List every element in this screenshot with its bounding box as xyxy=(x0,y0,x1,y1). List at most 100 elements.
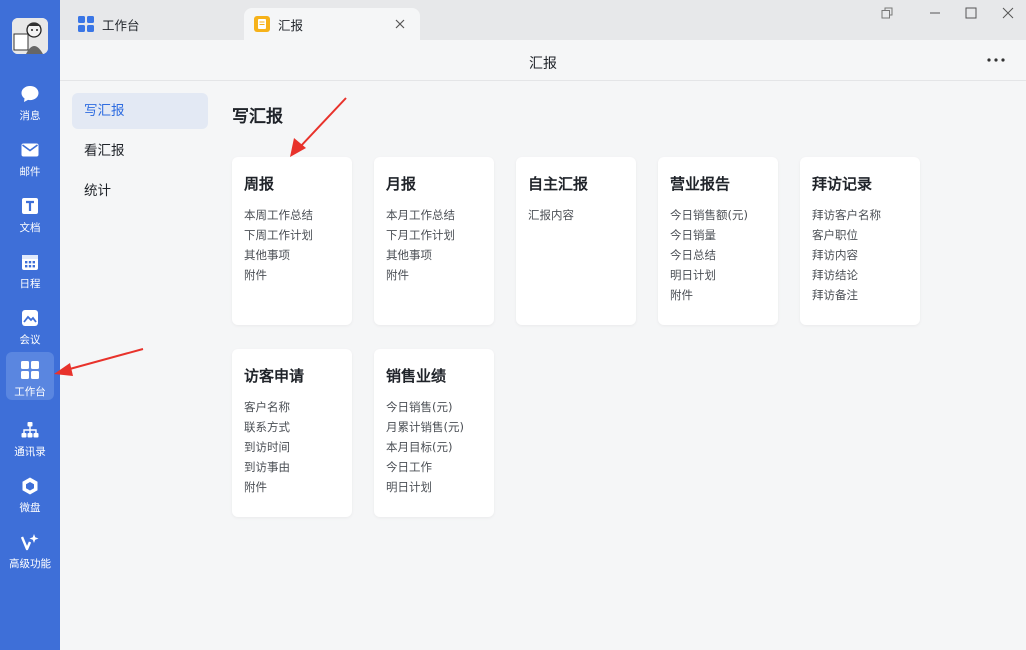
more-options-icon[interactable] xyxy=(984,50,1008,70)
rail-item-label: 文档 xyxy=(19,222,41,234)
card-field-list: 本周工作总结 下周工作计划 其他事项 附件 xyxy=(244,205,313,285)
card-field: 月累计销售(元) xyxy=(386,420,464,434)
card-field: 今日销售(元) xyxy=(386,400,453,414)
card-field-list: 客户名称 联系方式 到访时间 到访事由 附件 xyxy=(244,397,290,497)
rail-item-label: 工作台 xyxy=(14,386,46,398)
rail-item-label: 邮件 xyxy=(19,166,41,178)
avatar[interactable] xyxy=(12,18,48,54)
subnav-item-write-report[interactable]: 写汇报 xyxy=(72,93,208,129)
rail-item-label: 高级功能 xyxy=(9,558,51,570)
card-field: 到访时间 xyxy=(244,440,290,454)
tab-label: 工作台 xyxy=(102,17,140,33)
card-title: 访客申请 xyxy=(244,367,305,385)
page-header: 汇报 xyxy=(60,40,1026,81)
card-field: 联系方式 xyxy=(244,420,290,434)
card-field: 今日销售额(元) xyxy=(670,208,748,222)
annotation-arrow-to-workbench xyxy=(54,348,144,376)
card-field: 本月工作总结 xyxy=(386,208,455,222)
sparkle-icon xyxy=(20,532,40,552)
close-window-icon[interactable] xyxy=(999,4,1017,22)
card-title: 销售业绩 xyxy=(386,367,447,385)
rail-item-workbench[interactable]: 工作台 xyxy=(6,352,54,400)
card-field: 其他事项 xyxy=(244,248,290,262)
mail-icon xyxy=(20,140,40,160)
report-template-card-monthly[interactable]: 月报 本月工作总结 下月工作计划 其他事项 附件 xyxy=(374,157,494,325)
card-title: 拜访记录 xyxy=(812,175,873,193)
card-field: 拜访客户名称 xyxy=(812,208,881,222)
card-field: 客户职位 xyxy=(812,228,858,242)
rail-item-label: 通讯录 xyxy=(14,446,46,458)
pin-window-icon[interactable] xyxy=(878,4,896,22)
card-field-list: 今日销售额(元) 今日销量 今日总结 明日计划 附件 xyxy=(670,205,748,305)
org-chart-icon xyxy=(20,420,40,440)
tab-report[interactable]: 汇报 xyxy=(244,8,420,40)
rail-item-meeting[interactable]: 会议 xyxy=(6,300,54,348)
tab-bar: 工作台 汇报 xyxy=(60,0,1026,40)
report-template-card-visit-record[interactable]: 拜访记录 拜访客户名称 客户职位 拜访内容 拜访结论 拜访备注 xyxy=(800,157,920,325)
card-field: 其他事项 xyxy=(386,248,432,262)
card-field: 附件 xyxy=(670,288,693,302)
card-field: 拜访内容 xyxy=(812,248,858,262)
card-field-list: 今日销售(元) 月累计销售(元) 本月目标(元) 今日工作 明日计划 xyxy=(386,397,464,497)
card-field-list: 拜访客户名称 客户职位 拜访内容 拜访结论 拜访备注 xyxy=(812,205,881,305)
card-field: 到访事由 xyxy=(244,460,290,474)
rail-item-drive[interactable]: 微盘 xyxy=(6,468,54,516)
report-template-card-custom[interactable]: 自主汇报 汇报内容 xyxy=(516,157,636,325)
subnav-item-statistics[interactable]: 统计 xyxy=(72,173,208,209)
report-template-card-visitor-request[interactable]: 访客申请 客户名称 联系方式 到访时间 到访事由 附件 xyxy=(232,349,352,517)
chat-bubble-icon xyxy=(20,84,40,104)
card-field: 明日计划 xyxy=(670,268,716,282)
section-title: 写汇报 xyxy=(232,107,283,127)
minimize-icon[interactable] xyxy=(926,4,944,22)
maximize-icon[interactable] xyxy=(962,4,980,22)
rail-item-label: 会议 xyxy=(19,334,41,346)
close-icon[interactable] xyxy=(392,16,408,32)
grid-icon xyxy=(20,360,40,380)
card-title: 月报 xyxy=(386,175,417,193)
card-field: 今日工作 xyxy=(386,460,432,474)
rail-item-label: 日程 xyxy=(19,278,41,290)
card-title: 自主汇报 xyxy=(528,175,589,193)
card-field: 附件 xyxy=(244,268,267,282)
card-field: 汇报内容 xyxy=(528,208,574,222)
calendar-icon xyxy=(20,252,40,272)
card-field: 本月目标(元) xyxy=(386,440,453,454)
report-template-card-weekly[interactable]: 周报 本周工作总结 下周工作计划 其他事项 附件 xyxy=(232,157,352,325)
card-field: 本周工作总结 xyxy=(244,208,313,222)
report-template-card-sales-performance[interactable]: 销售业绩 今日销售(元) 月累计销售(元) 本月目标(元) 今日工作 明日计划 xyxy=(374,349,494,517)
subnav-item-view-reports[interactable]: 看汇报 xyxy=(72,133,208,169)
rail-item-advanced[interactable]: 高级功能 xyxy=(6,524,54,572)
card-field: 客户名称 xyxy=(244,400,290,414)
cloud-drive-icon xyxy=(20,476,40,496)
card-field: 今日总结 xyxy=(670,248,716,262)
rail-item-docs[interactable]: 文档 xyxy=(6,188,54,236)
card-field: 附件 xyxy=(386,268,409,282)
grid-icon xyxy=(78,16,94,32)
rail-item-label: 消息 xyxy=(19,110,41,122)
tab-workbench[interactable]: 工作台 xyxy=(78,8,238,40)
rail-item-label: 微盘 xyxy=(19,502,41,514)
tab-label: 汇报 xyxy=(278,17,304,33)
card-field: 明日计划 xyxy=(386,480,432,494)
rail-item-contacts[interactable]: 通讯录 xyxy=(6,412,54,460)
report-icon xyxy=(254,16,270,32)
annotation-arrow-to-weekly xyxy=(290,97,347,157)
rail-item-mail[interactable]: 邮件 xyxy=(6,132,54,180)
card-field: 附件 xyxy=(244,480,267,494)
card-title: 周报 xyxy=(244,175,275,193)
page-title: 汇报 xyxy=(529,56,557,72)
left-rail: 消息 邮件 文档 日程 会议 工作台 通讯录 微盘 高级功能 xyxy=(0,0,60,650)
card-field: 下周工作计划 xyxy=(244,228,313,242)
rail-item-calendar[interactable]: 日程 xyxy=(6,244,54,292)
card-field-list: 汇报内容 xyxy=(528,205,574,225)
card-field: 拜访结论 xyxy=(812,268,858,282)
rail-item-messages[interactable]: 消息 xyxy=(6,76,54,124)
card-field: 拜访备注 xyxy=(812,288,858,302)
card-title: 营业报告 xyxy=(670,175,731,193)
card-field: 下月工作计划 xyxy=(386,228,455,242)
card-field-list: 本月工作总结 下月工作计划 其他事项 附件 xyxy=(386,205,455,285)
meeting-icon xyxy=(20,308,40,328)
report-template-card-business[interactable]: 营业报告 今日销售额(元) 今日销量 今日总结 明日计划 附件 xyxy=(658,157,778,325)
document-icon xyxy=(20,196,40,216)
card-field: 今日销量 xyxy=(670,228,716,242)
